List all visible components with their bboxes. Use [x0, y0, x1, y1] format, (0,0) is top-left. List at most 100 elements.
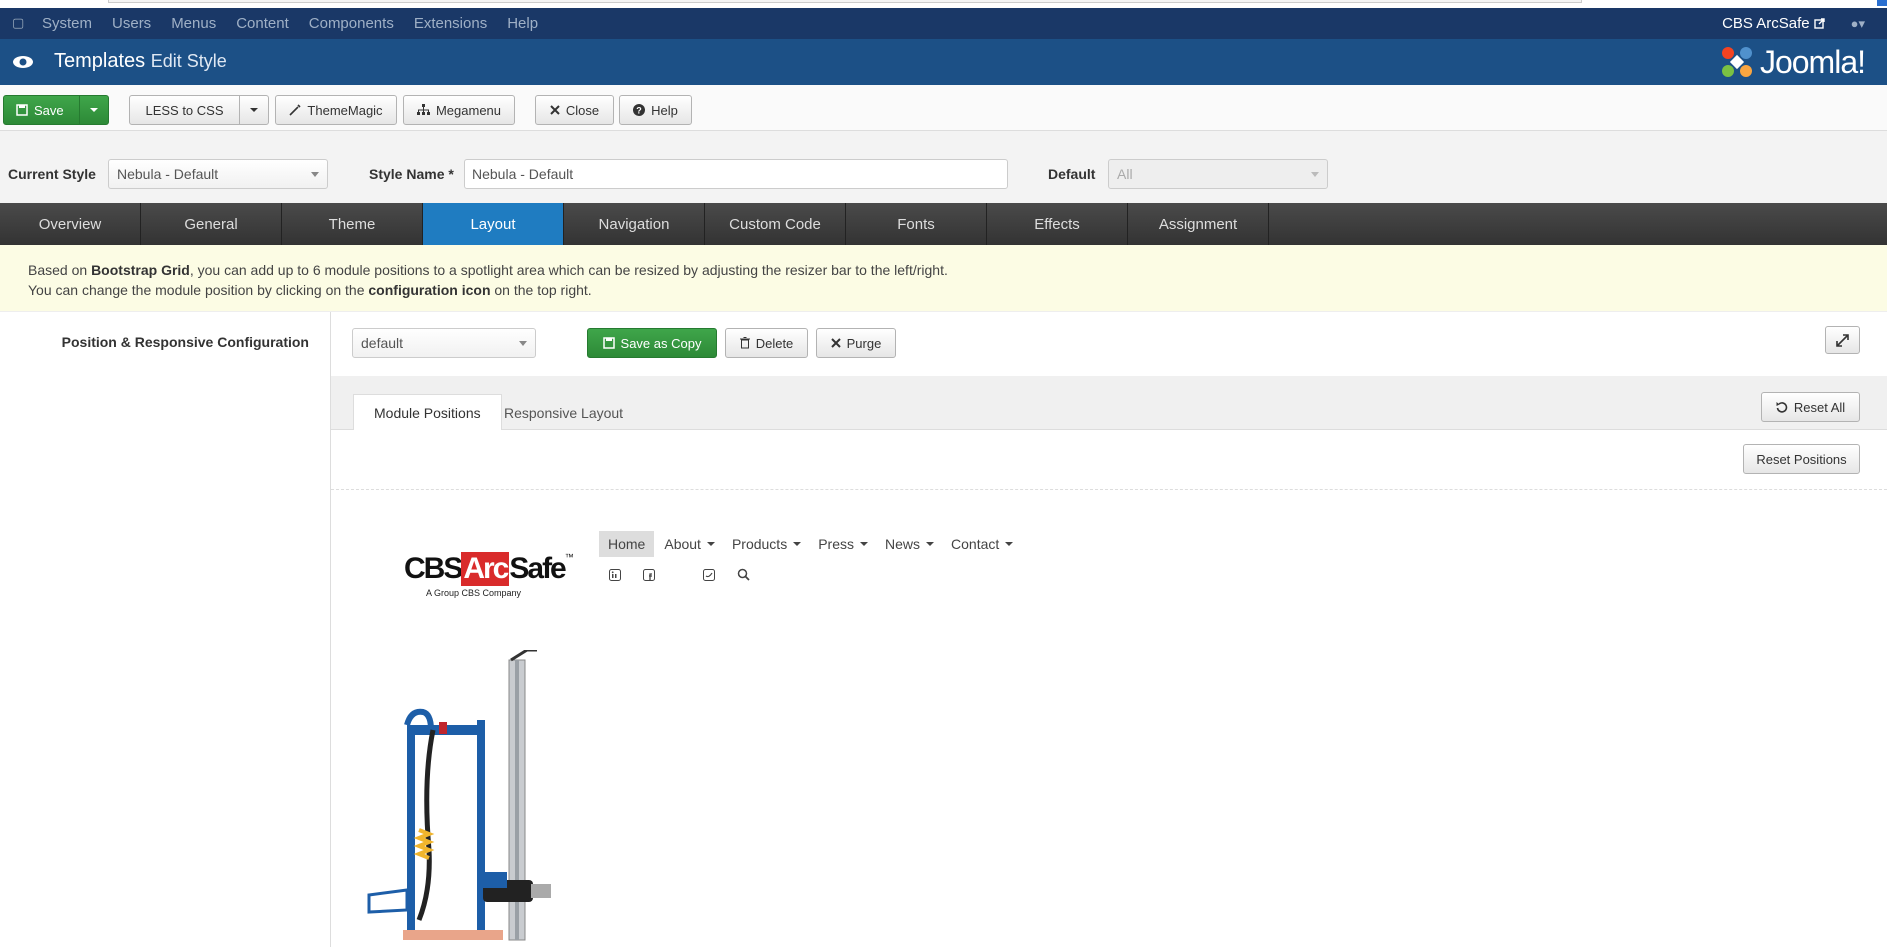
style-name-value: Nebula - Default — [472, 166, 574, 182]
preview-nav-products[interactable]: Products — [732, 536, 802, 552]
info-text: , you can add up to 6 module positions t… — [189, 262, 948, 278]
less-to-css-dropdown[interactable] — [239, 95, 269, 125]
save-label: Save — [34, 102, 64, 118]
external-link-icon — [1813, 18, 1825, 29]
info-line-1: Based on Bootstrap Grid, you can add up … — [28, 260, 1859, 280]
close-icon — [550, 105, 560, 115]
undo-icon — [1776, 402, 1788, 413]
site-preview: Home About Products Press News Contact C… — [331, 490, 1887, 947]
style-settings-row: Current Style Nebula - Default Style Nam… — [0, 131, 1887, 203]
brand-arc: Arc — [461, 552, 509, 586]
less-to-css-button[interactable]: LESS to CSS — [129, 95, 240, 125]
info-bold-text: configuration icon — [368, 282, 491, 298]
tab-module-positions[interactable]: Module Positions — [353, 394, 502, 431]
tab-theme[interactable]: Theme — [282, 203, 423, 245]
tab-navigation[interactable]: Navigation — [564, 203, 705, 245]
chevron-down-icon — [250, 108, 258, 112]
chevron-down-icon — [311, 172, 319, 177]
tab-layout[interactable]: Layout — [423, 203, 564, 245]
question-icon: ? — [633, 104, 646, 116]
menu-help[interactable]: Help — [507, 15, 538, 32]
expand-icon — [1836, 333, 1849, 347]
layout-select[interactable]: default — [352, 328, 536, 358]
brand-tagline: A Group CBS Company — [426, 588, 522, 598]
joomla-menu-icon[interactable]: ▢ — [12, 15, 26, 31]
preview-nav-label: News — [885, 536, 921, 552]
default-label: Default — [1048, 166, 1096, 182]
tab-overview[interactable]: Overview — [0, 203, 141, 245]
page-title: Templates Edit Style — [54, 50, 227, 73]
megamenu-button[interactable]: Megamenu — [403, 95, 515, 125]
twitter-icon[interactable] — [703, 568, 715, 584]
delete-button[interactable]: Delete — [725, 328, 808, 358]
scroll-indicator — [1877, 0, 1887, 6]
cbs-arcsafe-logo: CBS Arc Safe ™ A Group CBS Company — [404, 552, 574, 598]
info-text: on the top right. — [490, 282, 592, 298]
less-to-css-label: LESS to CSS — [145, 102, 224, 118]
save-button[interactable]: Save — [3, 95, 80, 125]
eye-icon — [13, 56, 33, 68]
menu-extensions[interactable]: Extensions — [414, 15, 487, 32]
info-text: You can change the module position by cl… — [28, 282, 369, 298]
preview-nav-label: Press — [818, 536, 854, 552]
tab-responsive-layout[interactable]: Responsive Layout — [484, 394, 643, 431]
style-name-input[interactable]: Nebula - Default — [464, 159, 1008, 189]
browser-top-strip — [0, 0, 1887, 8]
page-title-sub: Edit Style — [150, 51, 227, 71]
user-menu-icon[interactable]: ●▾ — [1851, 16, 1865, 32]
preview-nav: Home About Products Press News Contact — [599, 530, 1030, 558]
current-style-select[interactable]: Nebula - Default — [108, 159, 328, 189]
thememagic-button[interactable]: ThemeMagic — [275, 95, 397, 125]
reset-positions-button[interactable]: Reset Positions — [1743, 444, 1860, 474]
tab-custom-code[interactable]: Custom Code — [705, 203, 846, 245]
layout-select-value: default — [361, 335, 404, 351]
chevron-down-icon — [706, 542, 715, 546]
menu-system[interactable]: System — [42, 15, 92, 32]
help-button[interactable]: ? Help — [619, 95, 692, 125]
reset-all-label: Reset All — [1793, 399, 1846, 415]
site-name-link[interactable]: CBS ArcSafe — [1722, 15, 1810, 32]
linkedin-icon[interactable] — [609, 568, 621, 584]
fullscreen-button[interactable] — [1825, 326, 1860, 354]
layout-panel: default Save as Copy Delete Purge Module… — [331, 312, 1887, 947]
close-label: Close — [565, 102, 600, 118]
purge-label: Purge — [846, 335, 882, 351]
preview-nav-contact[interactable]: Contact — [951, 536, 1014, 552]
chevron-down-icon — [926, 542, 935, 546]
menu-content[interactable]: Content — [236, 15, 289, 32]
preview-nav-news[interactable]: News — [885, 536, 935, 552]
chevron-down-icon — [1311, 172, 1319, 177]
default-select[interactable]: All — [1108, 159, 1328, 189]
preview-nav-press[interactable]: Press — [818, 536, 868, 552]
preview-nav-about[interactable]: About — [664, 536, 715, 552]
layout-info-message: Based on Bootstrap Grid, you can add up … — [0, 245, 1887, 312]
reset-all-button[interactable]: Reset All — [1761, 392, 1860, 422]
save-icon — [602, 337, 615, 349]
tab-assignment[interactable]: Assignment — [1128, 203, 1269, 245]
save-dropdown-button[interactable] — [79, 95, 109, 125]
menu-components[interactable]: Components — [309, 15, 394, 32]
info-bold-text: Bootstrap Grid — [91, 262, 190, 278]
tab-effects[interactable]: Effects — [987, 203, 1128, 245]
product-image — [367, 650, 551, 941]
position-responsive-label: Position & Responsive Configuration — [61, 334, 309, 350]
search-icon[interactable] — [737, 568, 750, 584]
chevron-down-icon — [519, 341, 527, 346]
menu-users[interactable]: Users — [112, 15, 151, 32]
close-icon — [830, 338, 841, 348]
preview-nav-home[interactable]: Home — [599, 531, 655, 557]
preview-social-icons — [609, 568, 772, 584]
purge-button[interactable]: Purge — [816, 328, 896, 358]
close-button[interactable]: Close — [535, 95, 614, 125]
save-as-copy-button[interactable]: Save as Copy — [587, 328, 717, 358]
tab-general[interactable]: General — [141, 203, 282, 245]
admin-right: CBS ArcSafe ●▾ — [1722, 8, 1865, 39]
reset-positions-label: Reset Positions — [1756, 451, 1847, 467]
tab-fonts[interactable]: Fonts — [846, 203, 987, 245]
menu-menus[interactable]: Menus — [171, 15, 216, 32]
config-left-column: Position & Responsive Configuration — [0, 312, 331, 947]
facebook-icon[interactable] — [643, 568, 655, 584]
thememagic-label: ThemeMagic — [307, 102, 383, 118]
joomla-logo-text: Joomla! — [1759, 43, 1866, 80]
reset-positions-row: Reset Positions — [331, 430, 1887, 490]
